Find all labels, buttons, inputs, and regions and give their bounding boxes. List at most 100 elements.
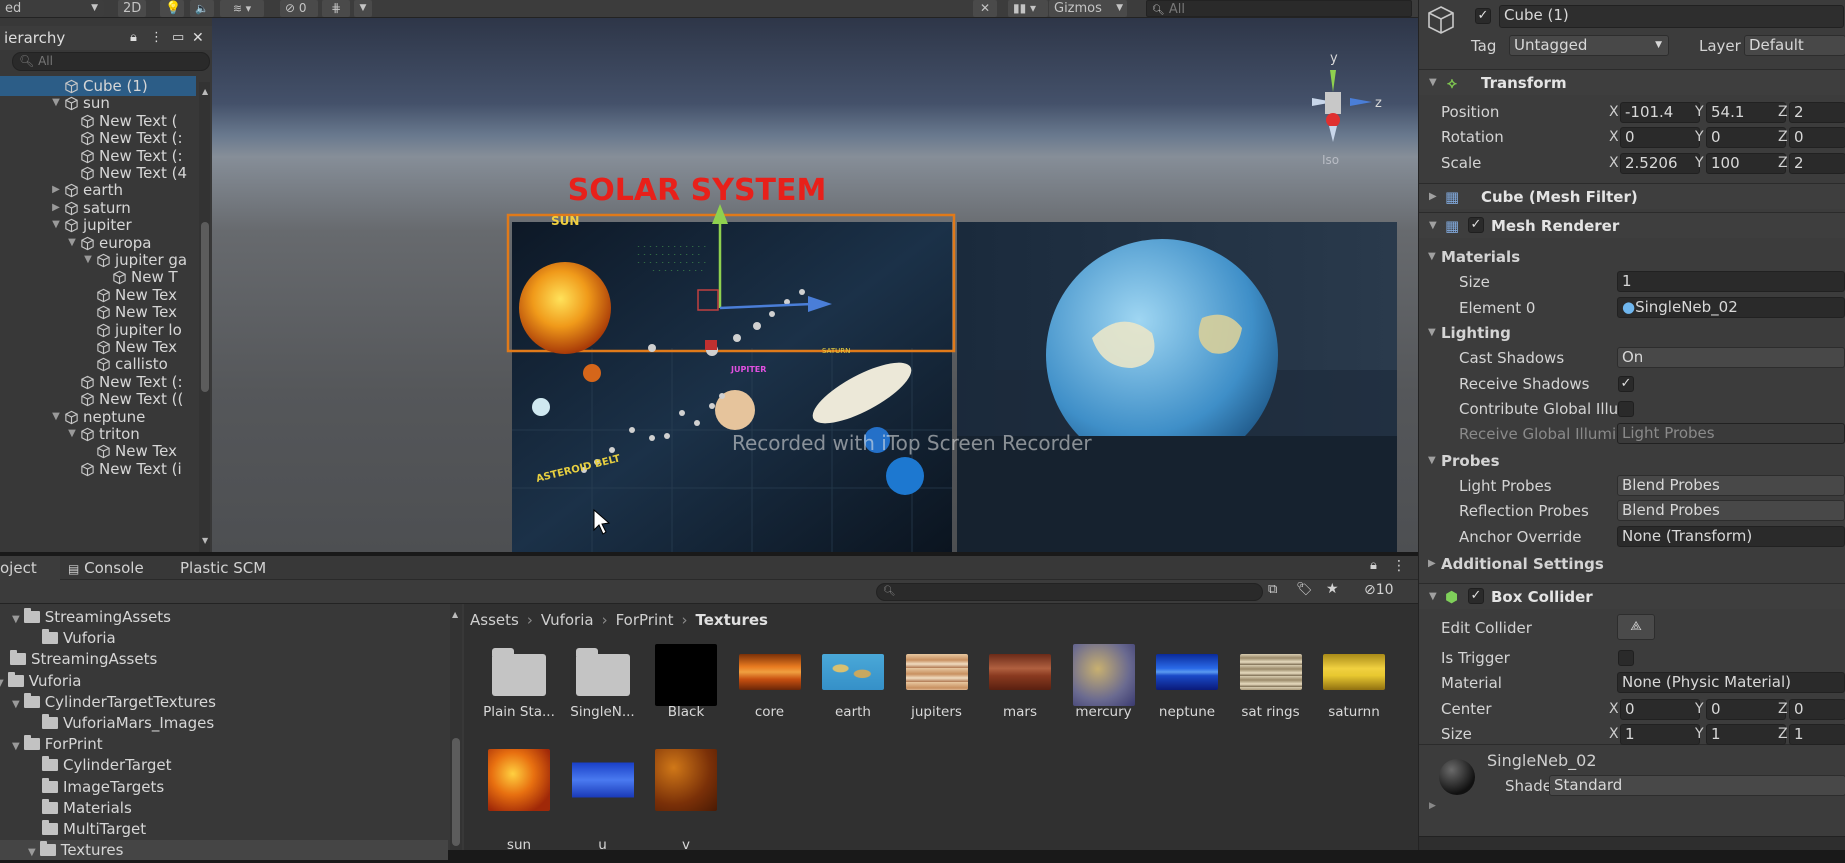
scale-x-field[interactable]: 2.5206 [1620, 153, 1700, 174]
scrollbar-thumb[interactable] [452, 738, 460, 846]
projection-label[interactable]: Iso [1322, 153, 1339, 167]
hierarchy-item[interactable]: New Text (i [0, 459, 196, 479]
maximize-icon[interactable]: ▭ [172, 26, 184, 50]
asset-item[interactable]: saturnn [1312, 640, 1396, 740]
collider-size-y-field[interactable]: 1 [1706, 724, 1786, 745]
2d-toggle-button[interactable]: 2D [118, 0, 146, 17]
scroll-down-icon[interactable]: ▼ [202, 536, 208, 545]
hierarchy-search-input[interactable]: 🔍︎ All [12, 52, 210, 71]
materials-size-field[interactable]: 1 [1617, 271, 1845, 292]
breadcrumb-item[interactable]: Assets [470, 611, 519, 629]
tag-dropdown[interactable]: Untagged ▼ [1509, 35, 1669, 56]
expand-arrow-icon[interactable]: ▼ [12, 699, 20, 710]
position-z-field[interactable]: 2 [1789, 102, 1845, 123]
project-tree-scrollbar[interactable]: ▲ [450, 604, 462, 850]
box-collider-component-header[interactable]: ▼ ⬢ ✓ Box Collider [1419, 583, 1845, 609]
collider-material-field[interactable]: None (Physic Material) [1617, 672, 1845, 693]
breadcrumb-item[interactable]: ForPrint [616, 611, 674, 629]
filter-by-label-icon[interactable]: 🏷︎ [1296, 582, 1316, 597]
center-y-field[interactable]: 0 [1706, 699, 1786, 720]
lock-icon[interactable]: 🔒︎ [130, 26, 137, 50]
light-probes-dropdown[interactable]: Blend Probes [1617, 475, 1845, 496]
audio-toggle-icon[interactable]: 🔈 [190, 0, 214, 17]
hidden-objects-toggle[interactable]: ⊘ 0 [280, 0, 318, 17]
breadcrumb-item[interactable]: Vuforia [541, 611, 594, 629]
collider-size-z-field[interactable]: 1 [1789, 724, 1845, 745]
box-collider-enabled-checkbox[interactable]: ✓ [1468, 588, 1484, 604]
anchor-override-field[interactable]: None (Transform) [1617, 526, 1845, 547]
gizmos-dropdown[interactable]: Gizmos ▼ [1049, 0, 1127, 17]
project-folder-item[interactable]: StreamingAssets [0, 649, 448, 669]
project-folder-item[interactable]: ▼ Vuforia [0, 671, 448, 691]
hierarchy-scrollbar[interactable]: ▲ ▼ [199, 82, 210, 552]
layer-dropdown[interactable]: Default [1744, 35, 1845, 56]
lighting-foldout[interactable]: ▼ Lighting [1419, 322, 1845, 344]
asset-item[interactable]: mercury [1062, 640, 1146, 740]
asset-item[interactable]: v [644, 745, 728, 853]
scene-view[interactable]: SOLAR SYSTEM SUN JUPITER SATURN ASTEROID… [212, 18, 1418, 552]
project-folder-item[interactable]: ▼ ForPrint [0, 734, 448, 754]
asset-item[interactable]: mars [978, 640, 1062, 740]
project-folder-item[interactable]: Materials [0, 798, 448, 818]
asset-item[interactable]: core [728, 640, 812, 740]
asset-item[interactable]: earth [811, 640, 895, 740]
asset-item[interactable]: jupiters [895, 640, 979, 740]
project-folder-item[interactable]: ImageTargets [0, 777, 448, 797]
tab-console[interactable]: ▤ Console [68, 556, 158, 580]
mesh-renderer-enabled-checkbox[interactable]: ✓ [1468, 217, 1484, 233]
scrollbar-thumb[interactable] [201, 222, 209, 392]
orientation-gizmo[interactable]: y z Iso [1312, 51, 1382, 167]
scroll-up-icon[interactable]: ▲ [452, 610, 458, 619]
project-folder-item[interactable]: CylinderTarget [0, 755, 448, 775]
rotation-z-field[interactable]: 0 [1789, 127, 1845, 148]
effects-dropdown-icon[interactable]: ≋ ▾ [220, 0, 264, 17]
asset-item[interactable]: SingleN... [561, 640, 645, 740]
project-folder-item[interactable]: ▼ CylinderTargetTextures [0, 692, 448, 712]
tools-icon[interactable]: ✕ [973, 0, 997, 17]
additional-settings-foldout[interactable]: ▶ Additional Settings [1419, 553, 1845, 575]
position-y-field[interactable]: 54.1 [1706, 102, 1786, 123]
position-x-field[interactable]: -101.4 [1620, 102, 1700, 123]
project-search-input[interactable]: 🔍︎ [876, 583, 1263, 601]
filter-by-type-icon[interactable]: ⧉ [1268, 582, 1288, 597]
grid-dropdown-icon[interactable]: ▼ [354, 0, 372, 17]
scale-z-field[interactable]: 2 [1789, 153, 1845, 174]
project-folder-item[interactable]: Vuforia [0, 628, 448, 648]
reflection-probes-dropdown[interactable]: Blend Probes [1617, 500, 1845, 521]
scale-y-field[interactable]: 100 [1706, 153, 1786, 174]
collider-size-x-field[interactable]: 1 [1620, 724, 1700, 745]
tab-plastic-scm[interactable]: Plastic SCM [180, 556, 290, 580]
rotation-x-field[interactable]: 0 [1620, 127, 1700, 148]
object-name-field[interactable]: Cube (1) [1499, 5, 1844, 28]
transform-component-header[interactable]: ▼ ⟡ Transform [1419, 69, 1845, 95]
scene-search-input[interactable]: 🔍︎ All [1146, 0, 1412, 17]
camera-dropdown-icon[interactable]: ▮▮ ▾ [1008, 0, 1048, 17]
is-trigger-checkbox[interactable] [1618, 650, 1634, 666]
asset-item[interactable]: Plain Sta... [477, 640, 561, 740]
grid-snap-icon[interactable]: ⋕ [322, 0, 350, 17]
probes-foldout[interactable]: ▼ Probes [1419, 450, 1845, 472]
asset-item[interactable]: Black [644, 640, 728, 740]
contribute-gi-checkbox[interactable] [1618, 401, 1634, 417]
cast-shadows-dropdown[interactable]: On [1617, 347, 1845, 368]
expand-arrow-icon[interactable]: ▼ [0, 678, 4, 689]
project-folder-item[interactable]: ▼ StreamingAssets [0, 607, 448, 627]
draw-mode-dropdown[interactable]: ed ▼ [0, 0, 104, 17]
center-z-field[interactable]: 0 [1789, 699, 1845, 720]
hierarchy-tab[interactable]: ierarchy 🔒︎ ⋮ ▭ ✕ [0, 26, 212, 50]
expand-arrow-icon[interactable]: ▼ [12, 614, 20, 625]
project-folder-item[interactable]: ▼ Textures [0, 840, 448, 861]
project-folder-item[interactable]: MultiTarget [0, 819, 448, 839]
project-folder-item[interactable]: VuforiaMars_Images [0, 713, 448, 733]
collapse-arrow-icon[interactable]: ▶ [1429, 801, 1436, 811]
asset-item[interactable]: sat rings [1229, 640, 1313, 740]
element0-object-field[interactable]: ●SingleNeb_02 [1617, 297, 1845, 318]
asset-item[interactable]: sun [477, 745, 561, 853]
mesh-filter-component-header[interactable]: ▶ ▦ Cube (Mesh Filter) [1419, 183, 1845, 209]
close-icon[interactable]: ✕ [192, 26, 204, 50]
expand-arrow-icon[interactable]: ▼ [12, 741, 20, 752]
favorite-star-icon[interactable]: ★ [1326, 581, 1346, 597]
asset-item[interactable]: neptune [1145, 640, 1229, 740]
hidden-packages-toggle[interactable]: ⊘10 [1364, 582, 1394, 598]
tab-project[interactable]: oject [0, 556, 60, 580]
